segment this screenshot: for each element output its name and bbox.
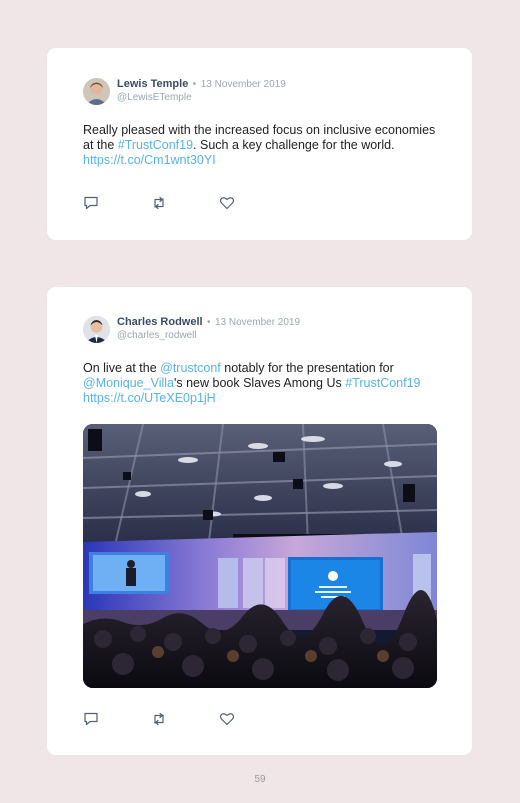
text-segment: notably for the presentation for	[220, 361, 394, 375]
like-icon[interactable]	[219, 712, 235, 726]
tweet-header: Lewis Temple • 13 November 2019 @LewisET…	[83, 76, 286, 105]
author-name[interactable]: Charles Rodwell	[117, 316, 203, 328]
reply-icon[interactable]	[83, 196, 99, 210]
tweet-actions	[83, 712, 235, 726]
url-link[interactable]: https://t.co/Cm1wnt30YI	[83, 153, 216, 167]
tweet-text: Really pleased with the increased focus …	[83, 123, 438, 168]
author-name[interactable]: Lewis Temple	[117, 78, 188, 90]
mention-link[interactable]: @Monique_Villa	[83, 376, 174, 390]
tweet-photo[interactable]	[83, 424, 437, 688]
page-number: 59	[254, 774, 266, 785]
text-segment: 's new book Slaves Among Us	[174, 376, 346, 390]
avatar[interactable]	[83, 316, 110, 343]
text-segment: . Such a key challenge for the world.	[193, 138, 395, 152]
hashtag-link[interactable]: #TrustConf19	[118, 138, 193, 152]
tweet-actions	[83, 196, 235, 210]
like-icon[interactable]	[219, 196, 235, 210]
tweet-date[interactable]: 13 November 2019	[201, 79, 286, 90]
tweet-header: Charles Rodwell • 13 November 2019 @char…	[83, 314, 300, 343]
retweet-icon[interactable]	[151, 712, 167, 726]
conference-hall-image	[83, 424, 437, 688]
tweet-card: Charles Rodwell • 13 November 2019 @char…	[47, 287, 472, 755]
reply-icon[interactable]	[83, 712, 99, 726]
separator: •	[192, 79, 197, 90]
mention-link[interactable]: @trustconf	[160, 361, 221, 375]
tweet-card: Lewis Temple • 13 November 2019 @LewisET…	[47, 48, 472, 240]
tweet-text: On live at the @trustconf notably for th…	[83, 361, 438, 406]
hashtag-link[interactable]: #TrustConf19	[345, 376, 420, 390]
author-handle[interactable]: @LewisETemple	[117, 91, 286, 104]
author-handle[interactable]: @charles_rodwell	[117, 329, 300, 342]
avatar[interactable]	[83, 78, 110, 105]
retweet-icon[interactable]	[151, 196, 167, 210]
url-link[interactable]: https://t.co/UTeXE0p1jH	[83, 391, 216, 405]
separator: •	[207, 317, 211, 328]
text-segment: On live at the	[83, 361, 161, 375]
tweet-date[interactable]: 13 November 2019	[215, 317, 300, 328]
